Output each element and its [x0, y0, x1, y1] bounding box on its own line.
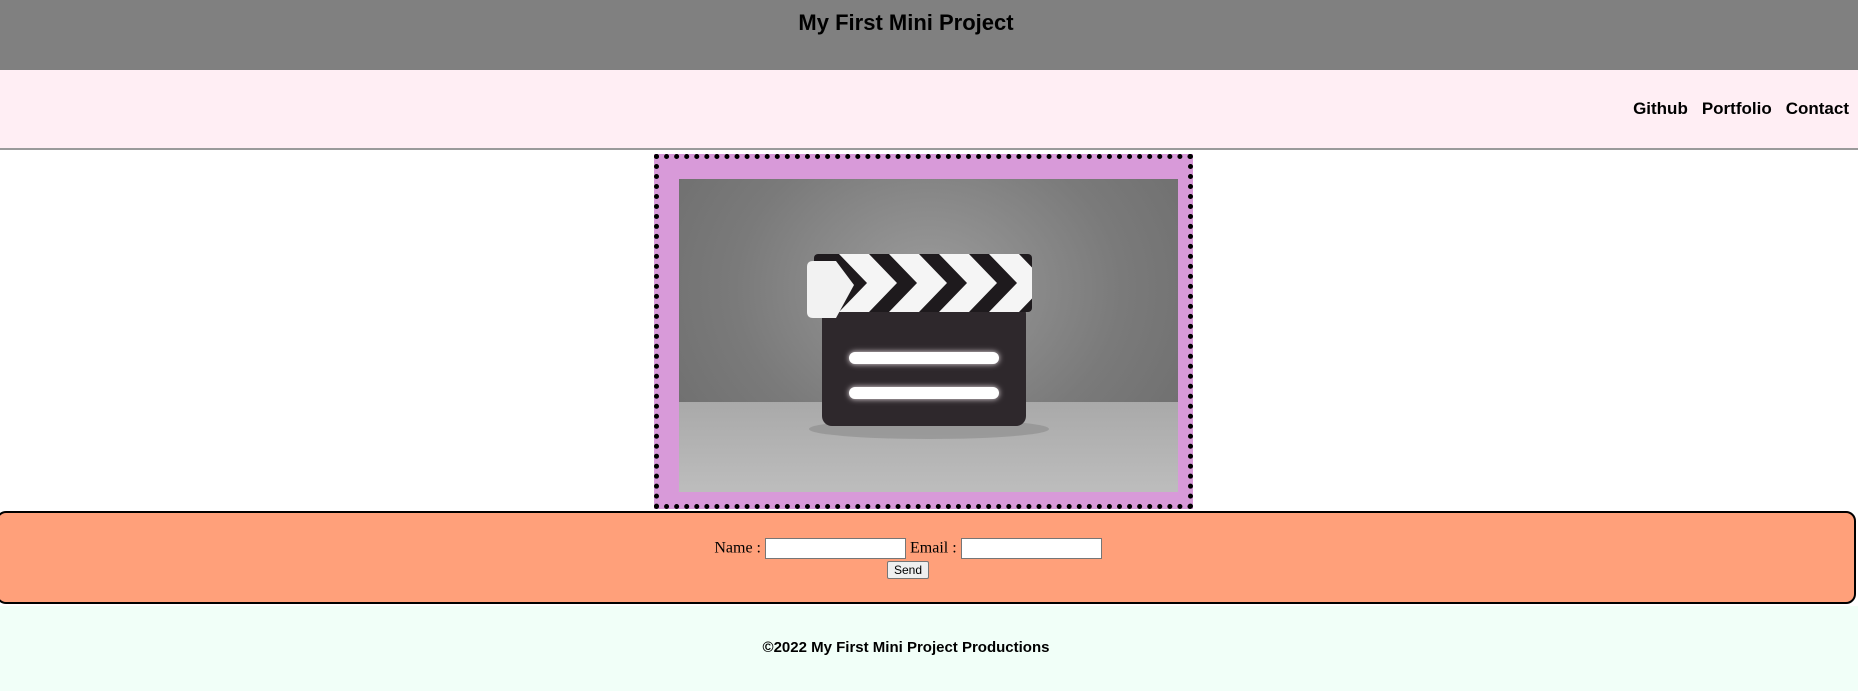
hero-image	[679, 179, 1178, 492]
email-label: Email :	[910, 539, 957, 557]
site-footer: ©2022 My First Mini Project Productions	[0, 606, 1858, 691]
nav-links: Github Portfolio Contact	[1619, 99, 1849, 119]
site-title: My First Mini Project	[798, 10, 1014, 35]
email-input[interactable]	[960, 538, 1102, 559]
navbar: Github Portfolio Contact	[0, 70, 1858, 150]
contact-section: Name : Email : Send	[0, 511, 1856, 604]
name-input[interactable]	[765, 538, 906, 559]
nav-link-portfolio[interactable]: Portfolio	[1702, 99, 1772, 119]
footer-copyright: ©2022 My First Mini Project Productions	[762, 639, 1050, 656]
send-row: Send	[0, 561, 1818, 579]
name-label: Name :	[714, 539, 761, 557]
send-button[interactable]: Send	[886, 561, 930, 579]
site-header: My First Mini Project	[0, 0, 1858, 70]
clapperboard-icon	[807, 254, 1049, 439]
hero-image-frame	[654, 154, 1193, 509]
contact-fields-row: Name : Email :	[0, 538, 1818, 559]
nav-link-contact[interactable]: Contact	[1786, 99, 1849, 119]
nav-link-github[interactable]: Github	[1633, 99, 1688, 119]
